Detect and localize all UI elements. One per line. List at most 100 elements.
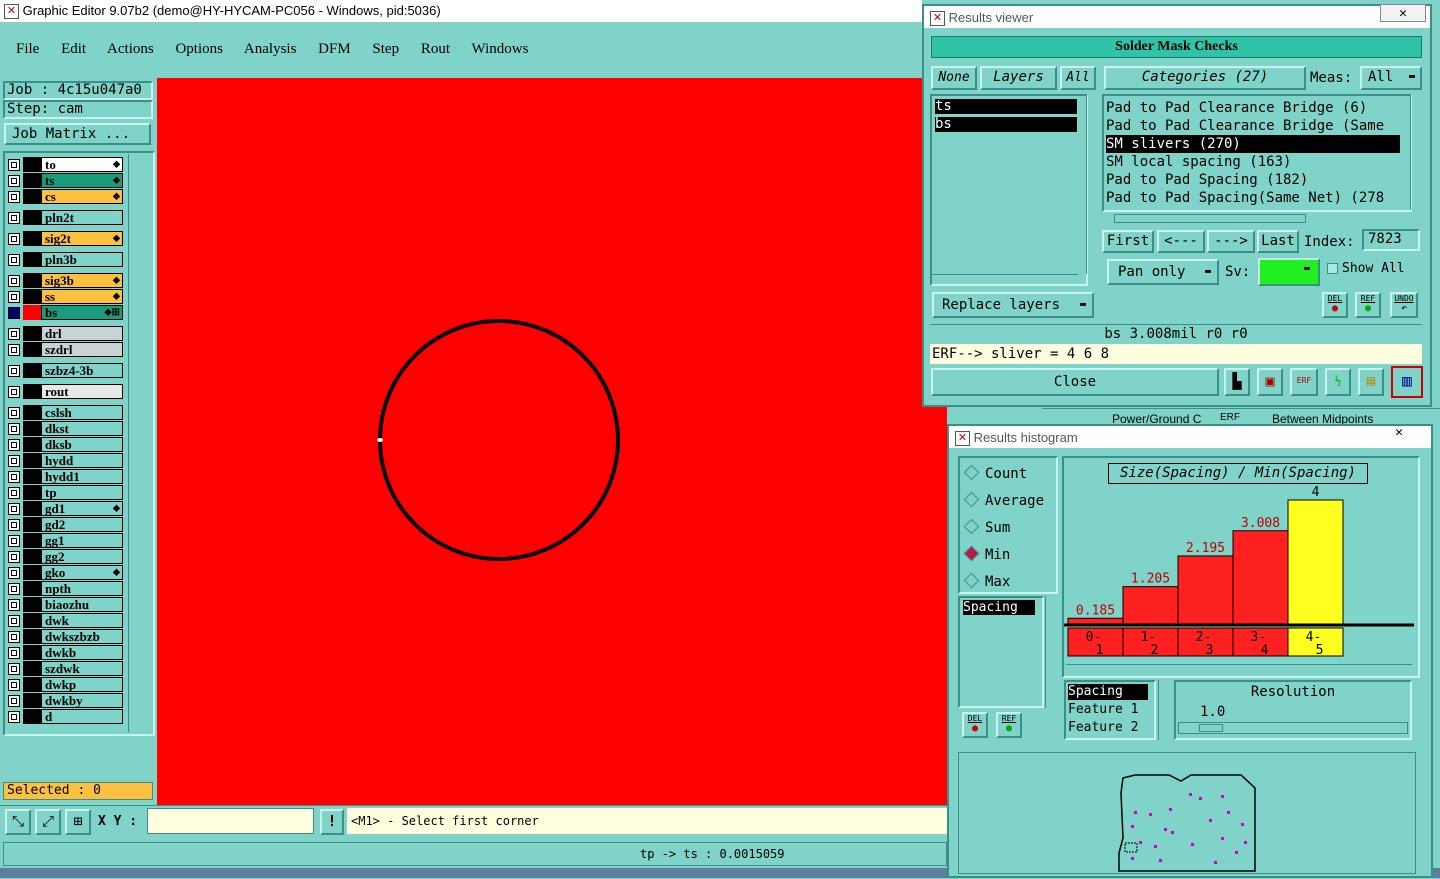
layer-color-swatch[interactable] [23,533,41,548]
layer-checkbox[interactable] [8,254,20,266]
layer-name[interactable]: npth [41,581,123,596]
layer-checkbox[interactable] [8,175,20,187]
layer-color-swatch[interactable] [23,210,41,225]
histogram-bar[interactable] [1067,617,1124,625]
layer-name[interactable]: dwkb [41,645,123,660]
layer-color-swatch[interactable] [23,517,41,532]
layer-color-swatch[interactable] [23,405,41,420]
layer-color-swatch[interactable] [23,231,41,246]
layer-name[interactable]: hydd [41,453,123,468]
first-button[interactable]: First [1102,230,1154,253]
layer-checkbox[interactable] [8,191,20,203]
layer-color-swatch[interactable] [23,469,41,484]
category-item[interactable]: Pad to Pad Clearance Bridge (Same [1106,117,1400,135]
layer-name[interactable]: sig2t ⬥ [41,231,123,246]
layer-checkbox[interactable] [8,647,20,659]
menu-file[interactable]: File [16,41,39,57]
layer-list-hscroll[interactable] [930,274,1078,286]
layer-name[interactable]: szdrl [41,342,123,357]
layer-checkbox[interactable] [8,503,20,515]
layer-checkbox[interactable] [8,455,20,467]
notes-icon[interactable]: ▤ [1358,368,1384,396]
menu-actions[interactable]: Actions [107,41,154,57]
resolution-slider[interactable] [1178,722,1408,734]
zoom-window-icon[interactable]: ⤢ [35,809,61,835]
mode-max[interactable]: Max [963,572,1010,590]
layer-name[interactable]: ts ⬥ [41,173,123,188]
layer-color-swatch[interactable] [23,273,41,288]
replace-layers-dropdown[interactable]: Replace layers ▬ [932,292,1094,318]
resolution-slider-thumb[interactable] [1199,724,1223,732]
layer-color-swatch[interactable] [23,629,41,644]
layer-name[interactable]: dwkszbzb [41,629,123,644]
ref-button[interactable]: REF ● [1355,292,1381,318]
mode-sum[interactable]: Sum [963,518,1010,536]
layer-checkbox[interactable] [8,275,20,287]
layer-color-swatch[interactable] [23,613,41,628]
histogram-bar[interactable] [1122,586,1179,625]
layer-checkbox[interactable] [8,291,20,303]
board-overview[interactable] [958,752,1416,874]
layer-color-swatch[interactable] [23,326,41,341]
layer-color-swatch[interactable] [23,645,41,660]
layer-list-scrollbar[interactable] [128,154,152,732]
layer-color-swatch[interactable] [23,581,41,596]
menu-edit[interactable]: Edit [61,41,86,57]
layer-color-swatch[interactable] [23,693,41,708]
category-item[interactable]: SM local spacing (163) [1106,153,1400,171]
filter-layers-button[interactable]: Layers [980,66,1057,90]
layer-results-item[interactable]: bs [935,117,1077,132]
layer-name[interactable]: drl [41,326,123,341]
layer-name[interactable]: szdwk [41,661,123,676]
layer-name[interactable]: dwk [41,613,123,628]
mode-average[interactable]: Average [963,491,1044,509]
layer-name[interactable]: cslsh [41,405,123,420]
layer-checkbox[interactable] [8,233,20,245]
layer-name[interactable]: rout [41,384,123,399]
layer-color-swatch[interactable] [23,384,41,399]
menu-step[interactable]: Step [372,41,399,57]
filter-none-button[interactable]: None [931,66,977,90]
layer-checkbox[interactable] [8,615,20,627]
layer-name[interactable]: gko ⬥ [41,565,123,580]
layer-color-swatch[interactable] [23,157,41,172]
layer-name[interactable]: bs ⬥⊞ [41,305,123,320]
field-list-scrollbar[interactable] [1158,680,1171,740]
job-matrix-button[interactable]: Job Matrix ... [4,123,151,145]
layer-name[interactable]: gg1 [41,533,123,548]
prev-button[interactable]: <--- [1157,230,1205,253]
layer-color-swatch[interactable] [23,549,41,564]
layer-name[interactable]: tp [41,485,123,500]
layer-checkbox[interactable] [8,365,20,377]
category-item[interactable]: SM slivers (270) [1106,135,1400,153]
layer-checkbox[interactable] [8,535,20,547]
menu-options[interactable]: Options [175,41,223,57]
menu-windows[interactable]: Windows [472,41,529,57]
layer-name[interactable]: biaozhu [41,597,123,612]
layer-name[interactable]: pln2t [41,210,123,225]
layer-checkbox[interactable] [8,159,20,171]
drawing-canvas[interactable] [157,78,947,805]
index-input[interactable]: 7823 [1362,229,1420,251]
category-item[interactable]: Pad to Pad Spacing(Same Net) (278 [1106,189,1400,207]
hist-del-button[interactable]: DEL ● [962,712,988,738]
layer-color-swatch[interactable] [23,189,41,204]
layer-name[interactable]: szbz4-3b [41,363,123,378]
menu-rout[interactable]: Rout [421,41,450,57]
layer-checkbox[interactable] [8,567,20,579]
report-icon[interactable]: ▣ [1257,368,1283,396]
zoom-fit-icon[interactable]: ⤡ [5,809,31,835]
category-list-vscroll[interactable] [1410,94,1422,210]
show-all-checkbox[interactable] [1327,263,1338,274]
layer-color-swatch[interactable] [23,289,41,304]
category-item[interactable]: Pad to Pad Spacing (182) [1106,171,1400,189]
layer-checkbox[interactable] [8,386,20,398]
layer-color-swatch[interactable] [23,342,41,357]
layer-checkbox[interactable] [8,519,20,531]
layer-list-vscroll[interactable] [1086,94,1100,274]
menu-dfm[interactable]: DFM [318,41,351,57]
layer-checkbox[interactable] [8,439,20,451]
layer-color-swatch[interactable] [23,305,41,320]
layer-color-swatch[interactable] [23,421,41,436]
menu-analysis[interactable]: Analysis [244,41,297,57]
